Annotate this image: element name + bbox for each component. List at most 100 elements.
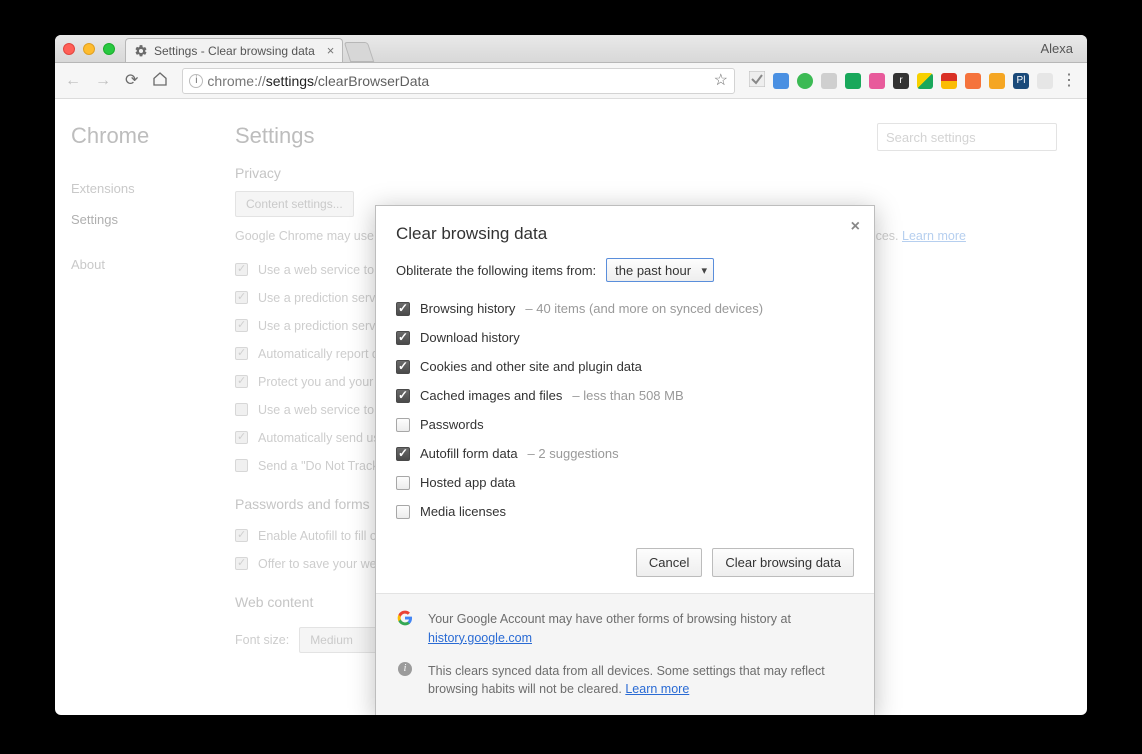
profile-name[interactable]: Alexa [1040, 41, 1079, 56]
dialog-actions: Cancel Clear browsing data [376, 536, 874, 593]
chrome-menu-button[interactable]: ⋮ [1061, 73, 1077, 89]
obliterate-label: Obliterate the following items from: [396, 263, 596, 278]
tab-strip: Settings - Clear browsing data × [125, 35, 371, 62]
checkbox[interactable] [396, 447, 410, 461]
option-label: Download history [420, 330, 520, 345]
content-settings-button[interactable]: Content settings... [235, 191, 354, 217]
checkbox[interactable] [396, 302, 410, 316]
url-text: chrome://settings/clearBrowserData [207, 73, 429, 89]
footer-account-text: Your Google Account may have other forms… [428, 610, 854, 648]
checkbox[interactable] [235, 347, 248, 360]
checkbox[interactable] [235, 529, 248, 542]
clear-data-option: Cookies and other site and plugin data [396, 352, 854, 381]
privacy-heading: Privacy [235, 165, 1057, 181]
sidebar-item-extensions[interactable]: Extensions [71, 173, 189, 204]
google-logo-icon [396, 610, 414, 648]
clear-browsing-data-dialog: Clear browsing data × Obliterate the fol… [375, 205, 875, 715]
address-bar[interactable]: i chrome://settings/clearBrowserData ☆ [182, 68, 735, 94]
clear-data-option: Autofill form data – 2 suggestions [396, 439, 854, 468]
extension-icon[interactable] [845, 73, 861, 89]
checkbox[interactable] [396, 418, 410, 432]
checkbox[interactable] [235, 319, 248, 332]
checkbox[interactable] [235, 431, 248, 444]
checkbox[interactable] [396, 360, 410, 374]
dialog-title: Clear browsing data [396, 224, 854, 244]
info-icon: i [396, 662, 414, 700]
extension-icons: r Pl ⋮ [749, 71, 1077, 91]
window-controls [63, 43, 115, 55]
extension-icon[interactable] [1037, 73, 1053, 89]
clear-data-option: Hosted app data [396, 468, 854, 497]
dialog-footer: Your Google Account may have other forms… [376, 593, 874, 715]
minimize-window-button[interactable] [83, 43, 95, 55]
option-label: Hosted app data [420, 475, 515, 490]
extension-icon[interactable] [797, 73, 813, 89]
close-icon[interactable]: × [851, 218, 860, 236]
checkbox[interactable] [396, 476, 410, 490]
titlebar: Settings - Clear browsing data × Alexa [55, 35, 1087, 63]
clear-data-option: Browsing history – 40 items (and more on… [396, 294, 854, 323]
sidebar-item-about[interactable]: About [71, 249, 189, 280]
cancel-button[interactable]: Cancel [636, 548, 702, 577]
extension-icon[interactable] [965, 73, 981, 89]
checkbox[interactable] [235, 459, 248, 472]
footer-row-sync: i This clears synced data from all devic… [396, 662, 854, 700]
option-hint: – 40 items (and more on synced devices) [525, 301, 763, 316]
time-range-value: the past hour [615, 263, 691, 278]
extension-icon[interactable] [941, 73, 957, 89]
extension-icon[interactable] [917, 73, 933, 89]
time-range-select[interactable]: the past hour [606, 258, 714, 282]
checkbox[interactable] [235, 375, 248, 388]
option-label: Media licenses [420, 504, 506, 519]
home-button[interactable] [152, 71, 168, 91]
browser-window: Settings - Clear browsing data × Alexa ←… [55, 35, 1087, 715]
option-hint: – less than 508 MB [572, 388, 683, 403]
back-button[interactable]: ← [65, 73, 81, 89]
settings-search-input[interactable]: Search settings [877, 123, 1057, 151]
maximize-window-button[interactable] [103, 43, 115, 55]
option-label: Passwords [420, 417, 484, 432]
forward-button[interactable]: → [95, 73, 111, 89]
learn-more-link[interactable]: Learn more [902, 229, 966, 243]
checkbox[interactable] [396, 505, 410, 519]
font-size-label: Font size: [235, 633, 289, 647]
history-google-link[interactable]: history.google.com [428, 631, 532, 645]
reload-button[interactable]: ⟳ [125, 73, 138, 89]
sidebar-item-settings[interactable]: Settings [71, 204, 189, 235]
chrome-brand: Chrome [71, 123, 189, 149]
page-content: Chrome Extensions Settings About Setting… [55, 99, 1087, 715]
option-label: Browsing history [420, 301, 515, 316]
extension-icon[interactable] [821, 73, 837, 89]
checkbox[interactable] [235, 291, 248, 304]
extension-icon[interactable] [773, 73, 789, 89]
learn-more-link[interactable]: Learn more [625, 682, 689, 696]
gear-icon [134, 44, 148, 58]
checkbox[interactable] [396, 331, 410, 345]
option-label: Cookies and other site and plugin data [420, 359, 642, 374]
clear-data-option: Download history [396, 323, 854, 352]
checkbox[interactable] [235, 557, 248, 570]
checkbox[interactable] [235, 263, 248, 276]
extension-icon[interactable] [989, 73, 1005, 89]
settings-sidebar: Chrome Extensions Settings About [55, 99, 205, 715]
dialog-header: Clear browsing data × [376, 206, 874, 254]
tab-title: Settings - Clear browsing data [154, 44, 315, 58]
extension-icon[interactable]: Pl [1013, 73, 1029, 89]
checkbox[interactable] [235, 403, 248, 416]
close-tab-icon[interactable]: × [327, 43, 335, 58]
browser-tab-active[interactable]: Settings - Clear browsing data × [125, 38, 343, 62]
extension-icon[interactable] [749, 71, 765, 91]
clear-data-option: Media licenses [396, 497, 854, 526]
clear-browsing-data-button[interactable]: Clear browsing data [712, 548, 854, 577]
site-info-icon[interactable]: i [189, 74, 203, 88]
bookmark-star-icon[interactable]: ☆ [714, 73, 728, 89]
new-tab-button[interactable] [344, 42, 374, 62]
clear-data-option: Cached images and files – less than 508 … [396, 381, 854, 410]
checkbox[interactable] [396, 389, 410, 403]
footer-sync-text: This clears synced data from all devices… [428, 662, 854, 700]
extension-icon[interactable] [869, 73, 885, 89]
toolbar: ← → ⟳ i chrome://settings/clearBrowserDa… [55, 63, 1087, 99]
close-window-button[interactable] [63, 43, 75, 55]
extension-icon[interactable]: r [893, 73, 909, 89]
option-hint: – 2 suggestions [528, 446, 619, 461]
